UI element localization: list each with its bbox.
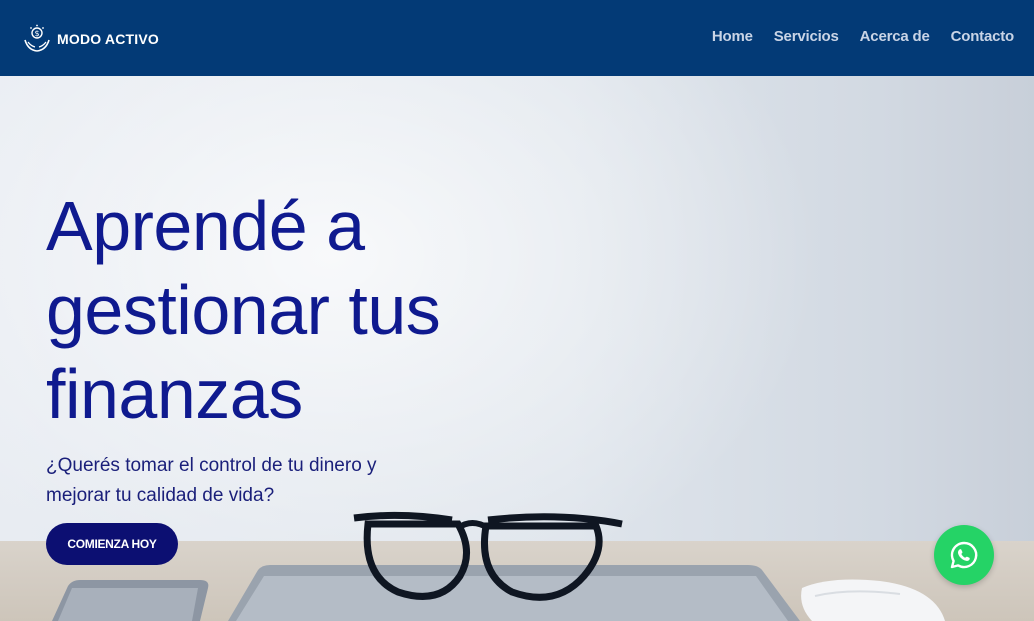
nav-acerca-de[interactable]: Acerca de [860,28,930,45]
brand-logo[interactable]: $ MODO ACTIVO [22,24,159,54]
hero-headline: Aprendé a gestionar tus finanzas [46,187,441,433]
mouse-shape [801,579,945,621]
svg-text:$: $ [34,29,39,38]
nav-home[interactable]: Home [712,28,753,45]
hero-section: Aprendé a gestionar tus finanzas ¿Querés… [0,76,1034,621]
top-navbar: $ MODO ACTIVO Home Servicios Acerca de C… [0,0,1034,76]
main-nav: Home Servicios Acerca de Contacto [712,28,1014,45]
hands-coin-icon: $ [24,24,50,52]
nav-servicios[interactable]: Servicios [774,28,839,45]
comienza-hoy-button[interactable]: COMIENZA HOY [46,523,178,565]
nav-contacto[interactable]: Contacto [951,28,1015,45]
hero-subtitle: ¿Querés tomar el control de tu dinero y … [46,455,377,506]
whatsapp-icon [950,541,978,569]
brand-name: MODO ACTIVO [57,31,160,47]
whatsapp-button[interactable] [934,525,994,585]
